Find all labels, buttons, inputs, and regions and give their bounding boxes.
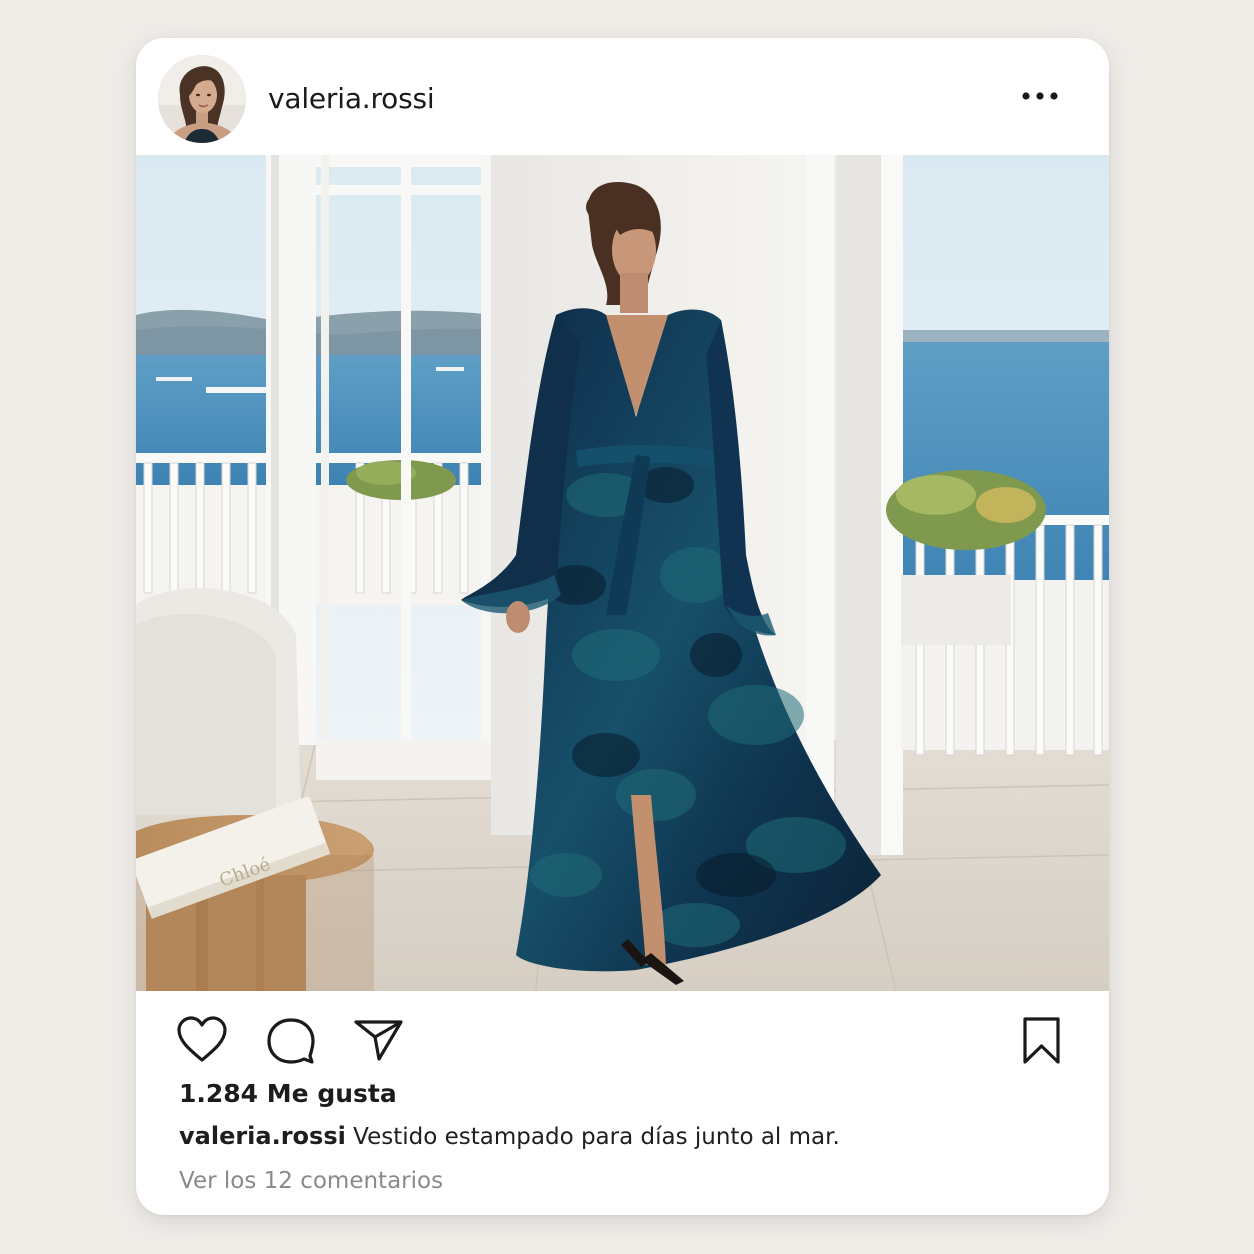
view-comments-link[interactable]: Ver los 12 comentarios: [179, 1164, 443, 1198]
comment-button[interactable]: [265, 1016, 317, 1070]
avatar[interactable]: [158, 55, 246, 143]
likes-count[interactable]: 1.284 Me gusta: [179, 1077, 397, 1111]
avatar-photo: [158, 55, 246, 143]
bookmark-icon: [1023, 1017, 1060, 1064]
instagram-post-card: valeria.rossi Chloé 1.284 Me gusta valer…: [136, 38, 1109, 1215]
post-actions: [136, 991, 1109, 1091]
heart-icon: [177, 1016, 227, 1062]
save-button[interactable]: [1022, 1016, 1062, 1070]
post-photo: Chloé: [136, 155, 1109, 991]
share-button[interactable]: [353, 1017, 405, 1067]
post-header: valeria.rossi: [136, 38, 1109, 155]
more-options-button[interactable]: [1014, 84, 1066, 108]
username-link[interactable]: valeria.rossi: [268, 82, 435, 116]
post-caption: valeria.rossi Vestido estampado para día…: [179, 1119, 1079, 1154]
more-horizontal-icon: [1022, 92, 1058, 100]
caption-username[interactable]: valeria.rossi: [179, 1122, 346, 1150]
comment-icon: [267, 1018, 315, 1064]
like-button[interactable]: [176, 1016, 228, 1068]
post-image[interactable]: Chloé: [136, 155, 1109, 991]
send-icon: [354, 1020, 403, 1061]
caption-text: Vestido estampado para días junto al mar…: [353, 1124, 840, 1150]
